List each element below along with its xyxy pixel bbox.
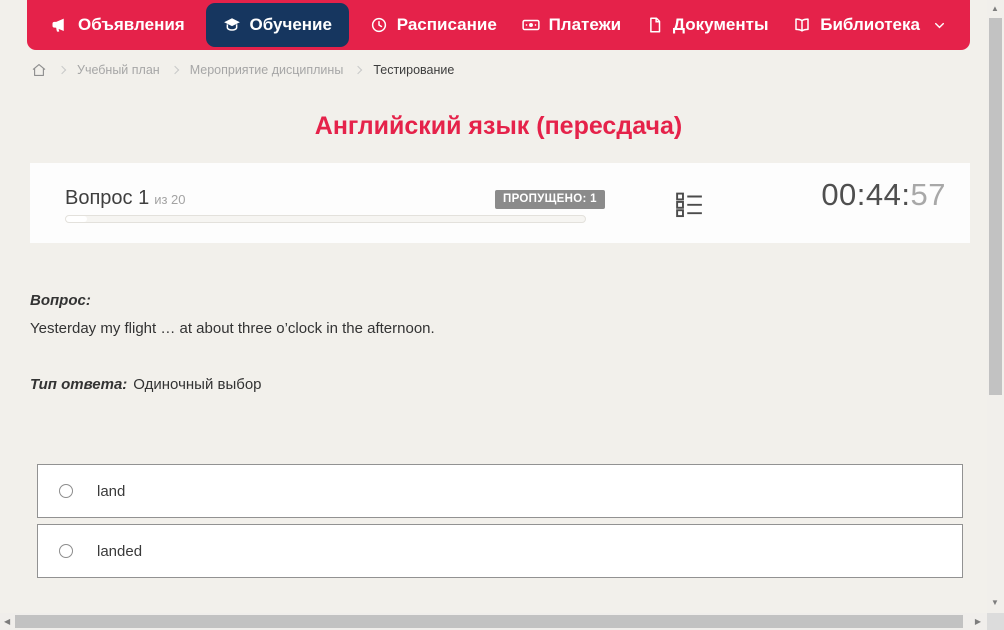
nav-item-learning[interactable]: Обучение: [205, 3, 349, 47]
megaphone-icon: [51, 16, 69, 34]
radio-button[interactable]: [59, 544, 73, 558]
question-text: Yesterday my flight … at about three o’c…: [30, 320, 435, 337]
nav-item-schedule[interactable]: Расписание: [366, 3, 501, 47]
clock-icon: [370, 16, 388, 34]
question-header-card: Вопрос 1 из 20 ПРОПУЩЕНО: 1 00:44:57: [30, 163, 970, 243]
scroll-right-arrow-icon[interactable]: ▶: [975, 618, 981, 626]
nav-item-library[interactable]: Библиотека: [789, 3, 950, 47]
timer-seconds: 57: [910, 177, 946, 212]
book-icon: [793, 16, 811, 34]
breadcrumb: Учебный план Мероприятие дисциплины Тест…: [31, 62, 454, 78]
answer-option-landed[interactable]: landed: [37, 524, 963, 578]
progress-fill: [66, 216, 87, 222]
nav-item-payments[interactable]: Платежи: [518, 3, 626, 47]
answer-options: land landed: [37, 464, 963, 578]
nav-item-label: Документы: [672, 15, 769, 34]
main-navbar: Объявления Обучение Расписание Платежи Д…: [27, 0, 970, 50]
scroll-down-arrow-icon[interactable]: ▼: [991, 599, 999, 607]
option-label: landed: [97, 542, 143, 560]
question-progress-bar: [65, 215, 586, 223]
home-icon[interactable]: [31, 62, 47, 78]
answer-option-land[interactable]: land: [37, 464, 963, 518]
breadcrumb-separator-icon: [354, 65, 363, 74]
timer-main: 00:44:: [821, 177, 911, 212]
question-body: Вопрос: Yesterday my flight … at about t…: [30, 292, 950, 393]
breadcrumb-separator-icon: [57, 65, 67, 74]
scroll-up-arrow-icon[interactable]: ▲: [991, 5, 999, 13]
breadcrumb-separator-icon: [170, 65, 179, 74]
answer-type-row: Тип ответа: Одиночный выбор: [30, 376, 950, 393]
vertical-scrollbar-thumb[interactable]: [989, 18, 1002, 395]
answer-type-label: Тип ответа:: [30, 376, 128, 393]
breadcrumb-item-discipline-event[interactable]: Мероприятие дисциплины: [190, 63, 344, 77]
radio-button[interactable]: [59, 484, 73, 498]
horizontal-scrollbar-thumb[interactable]: [15, 615, 963, 628]
banknote-icon: [521, 16, 540, 34]
nav-item-label: Объявления: [78, 15, 185, 34]
document-icon: [646, 16, 664, 34]
question-number-label: Вопрос 1: [65, 187, 150, 209]
scrollbar-corner: [987, 613, 1004, 630]
horizontal-scrollbar[interactable]: ◀ ▶: [0, 613, 987, 630]
answer-type-value: Одиночный выбор: [133, 376, 262, 393]
vertical-scrollbar[interactable]: ▲ ▼: [987, 0, 1004, 613]
skipped-badge: ПРОПУЩЕНО: 1: [495, 190, 605, 209]
question-number: Вопрос 1 из 20: [65, 187, 186, 210]
chevron-down-icon: [929, 19, 946, 32]
nav-item-label: Библиотека: [820, 15, 920, 34]
graduation-cap-icon: [223, 16, 241, 34]
question-total-label: из 20: [154, 192, 186, 207]
breadcrumb-item-testing: Тестирование: [373, 63, 455, 77]
nav-item-label: Платежи: [548, 15, 622, 34]
nav-item-label: Расписание: [396, 15, 497, 34]
page-title: Английский язык (пересдача): [314, 112, 683, 140]
question-label: Вопрос:: [30, 292, 91, 309]
test-page: Объявления Обучение Расписание Платежи Д…: [0, 0, 1004, 630]
nav-item-announcements[interactable]: Объявления: [47, 3, 189, 47]
nav-item-documents[interactable]: Документы: [642, 3, 773, 47]
timer: 00:44:57: [821, 177, 946, 213]
question-list-icon[interactable]: [676, 191, 703, 218]
option-label: land: [97, 482, 126, 500]
nav-item-label: Обучение: [249, 15, 332, 34]
scroll-left-arrow-icon[interactable]: ◀: [4, 618, 10, 626]
breadcrumb-item-curriculum[interactable]: Учебный план: [77, 63, 160, 77]
